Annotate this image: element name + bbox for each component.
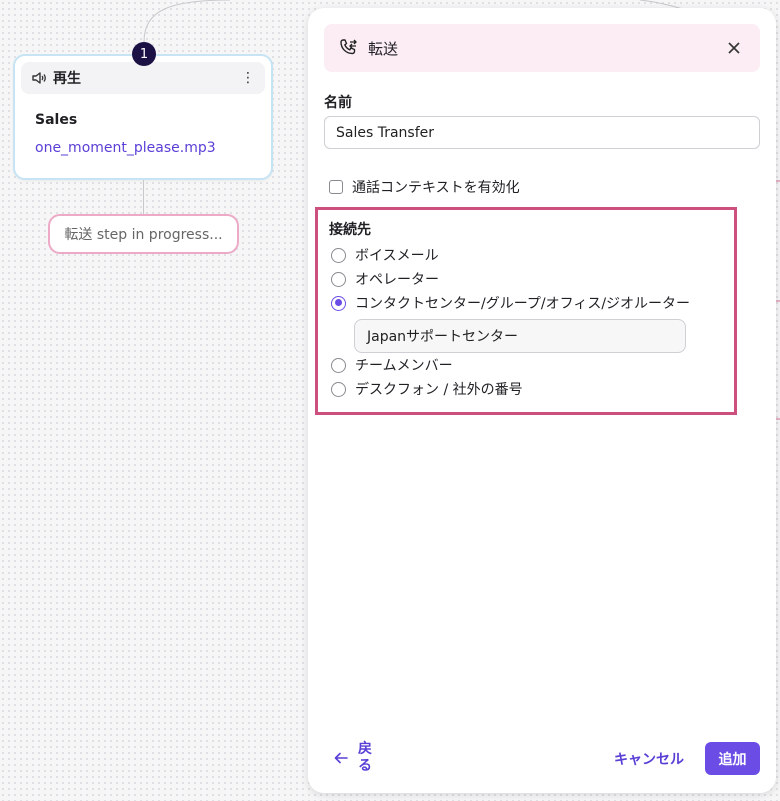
- play-node-title: 再生: [53, 71, 81, 87]
- context-checkbox-label: 通話コンテキストを有効化: [352, 180, 520, 196]
- play-node-card[interactable]: 再生 ⋮ Sales one_moment_please.mp3: [13, 54, 273, 180]
- radio-button-selected[interactable]: [331, 295, 346, 311]
- transfer-settings-panel: 転送 名前 通話コンテキストを有効化 接続先 ボイスメール オペレーター コンタ…: [308, 8, 776, 793]
- destination-option-label: コンタクトセンター/グループ/オフィス/ジオルーター: [355, 296, 691, 312]
- speaker-icon: [31, 71, 47, 85]
- destination-option-label: ボイスメール: [355, 248, 439, 264]
- destination-option-label: デスクフォン / 社外の番号: [355, 382, 523, 398]
- panel-header: 転送: [324, 24, 760, 72]
- back-button[interactable]: 戻る: [334, 741, 374, 775]
- name-label: 名前: [324, 95, 352, 111]
- radio-button[interactable]: [331, 271, 346, 287]
- name-input[interactable]: [324, 116, 760, 149]
- play-node-header: 再生 ⋮: [21, 62, 265, 94]
- cancel-button[interactable]: キャンセル: [614, 749, 684, 769]
- context-checkbox-row[interactable]: 通話コンテキストを有効化: [329, 177, 520, 197]
- step-number-badge: 1: [132, 42, 156, 66]
- destination-option-voicemail[interactable]: ボイスメール: [331, 245, 439, 265]
- connector-line: [143, 180, 144, 216]
- panel-title: 転送: [368, 39, 399, 58]
- destination-option-label: チームメンバー: [355, 358, 453, 374]
- destination-option-operator[interactable]: オペレーター: [331, 269, 439, 289]
- panel-footer: 戻る キャンセル 追加: [308, 723, 776, 793]
- radio-button[interactable]: [331, 357, 346, 373]
- audio-file-link[interactable]: one_moment_please.mp3: [35, 140, 216, 156]
- context-checkbox[interactable]: [329, 180, 343, 194]
- pending-transfer-step[interactable]: 転送 step in progress...: [48, 214, 239, 254]
- add-button[interactable]: 追加: [705, 742, 760, 775]
- destination-label: 接続先: [329, 222, 371, 238]
- close-button[interactable]: [722, 36, 746, 60]
- radio-button[interactable]: [331, 381, 346, 397]
- more-options-icon[interactable]: ⋮: [241, 71, 255, 85]
- destination-target-select[interactable]: Japanサポートセンター: [354, 319, 686, 353]
- phone-transfer-icon: [338, 38, 358, 58]
- play-node-name: Sales: [35, 112, 78, 128]
- back-label: 戻る: [358, 741, 372, 774]
- arrow-left-icon: [334, 752, 348, 764]
- destination-option-deskphone[interactable]: デスクフォン / 社外の番号: [331, 379, 523, 399]
- close-icon: [728, 42, 740, 54]
- destination-option-contact-center[interactable]: コンタクトセンター/グループ/オフィス/ジオルーター: [331, 293, 690, 313]
- destination-option-team-member[interactable]: チームメンバー: [331, 355, 453, 375]
- destination-option-label: オペレーター: [355, 272, 439, 288]
- destination-section: 接続先 ボイスメール オペレーター コンタクトセンター/グループ/オフィス/ジオ…: [315, 207, 737, 415]
- radio-button[interactable]: [331, 247, 346, 263]
